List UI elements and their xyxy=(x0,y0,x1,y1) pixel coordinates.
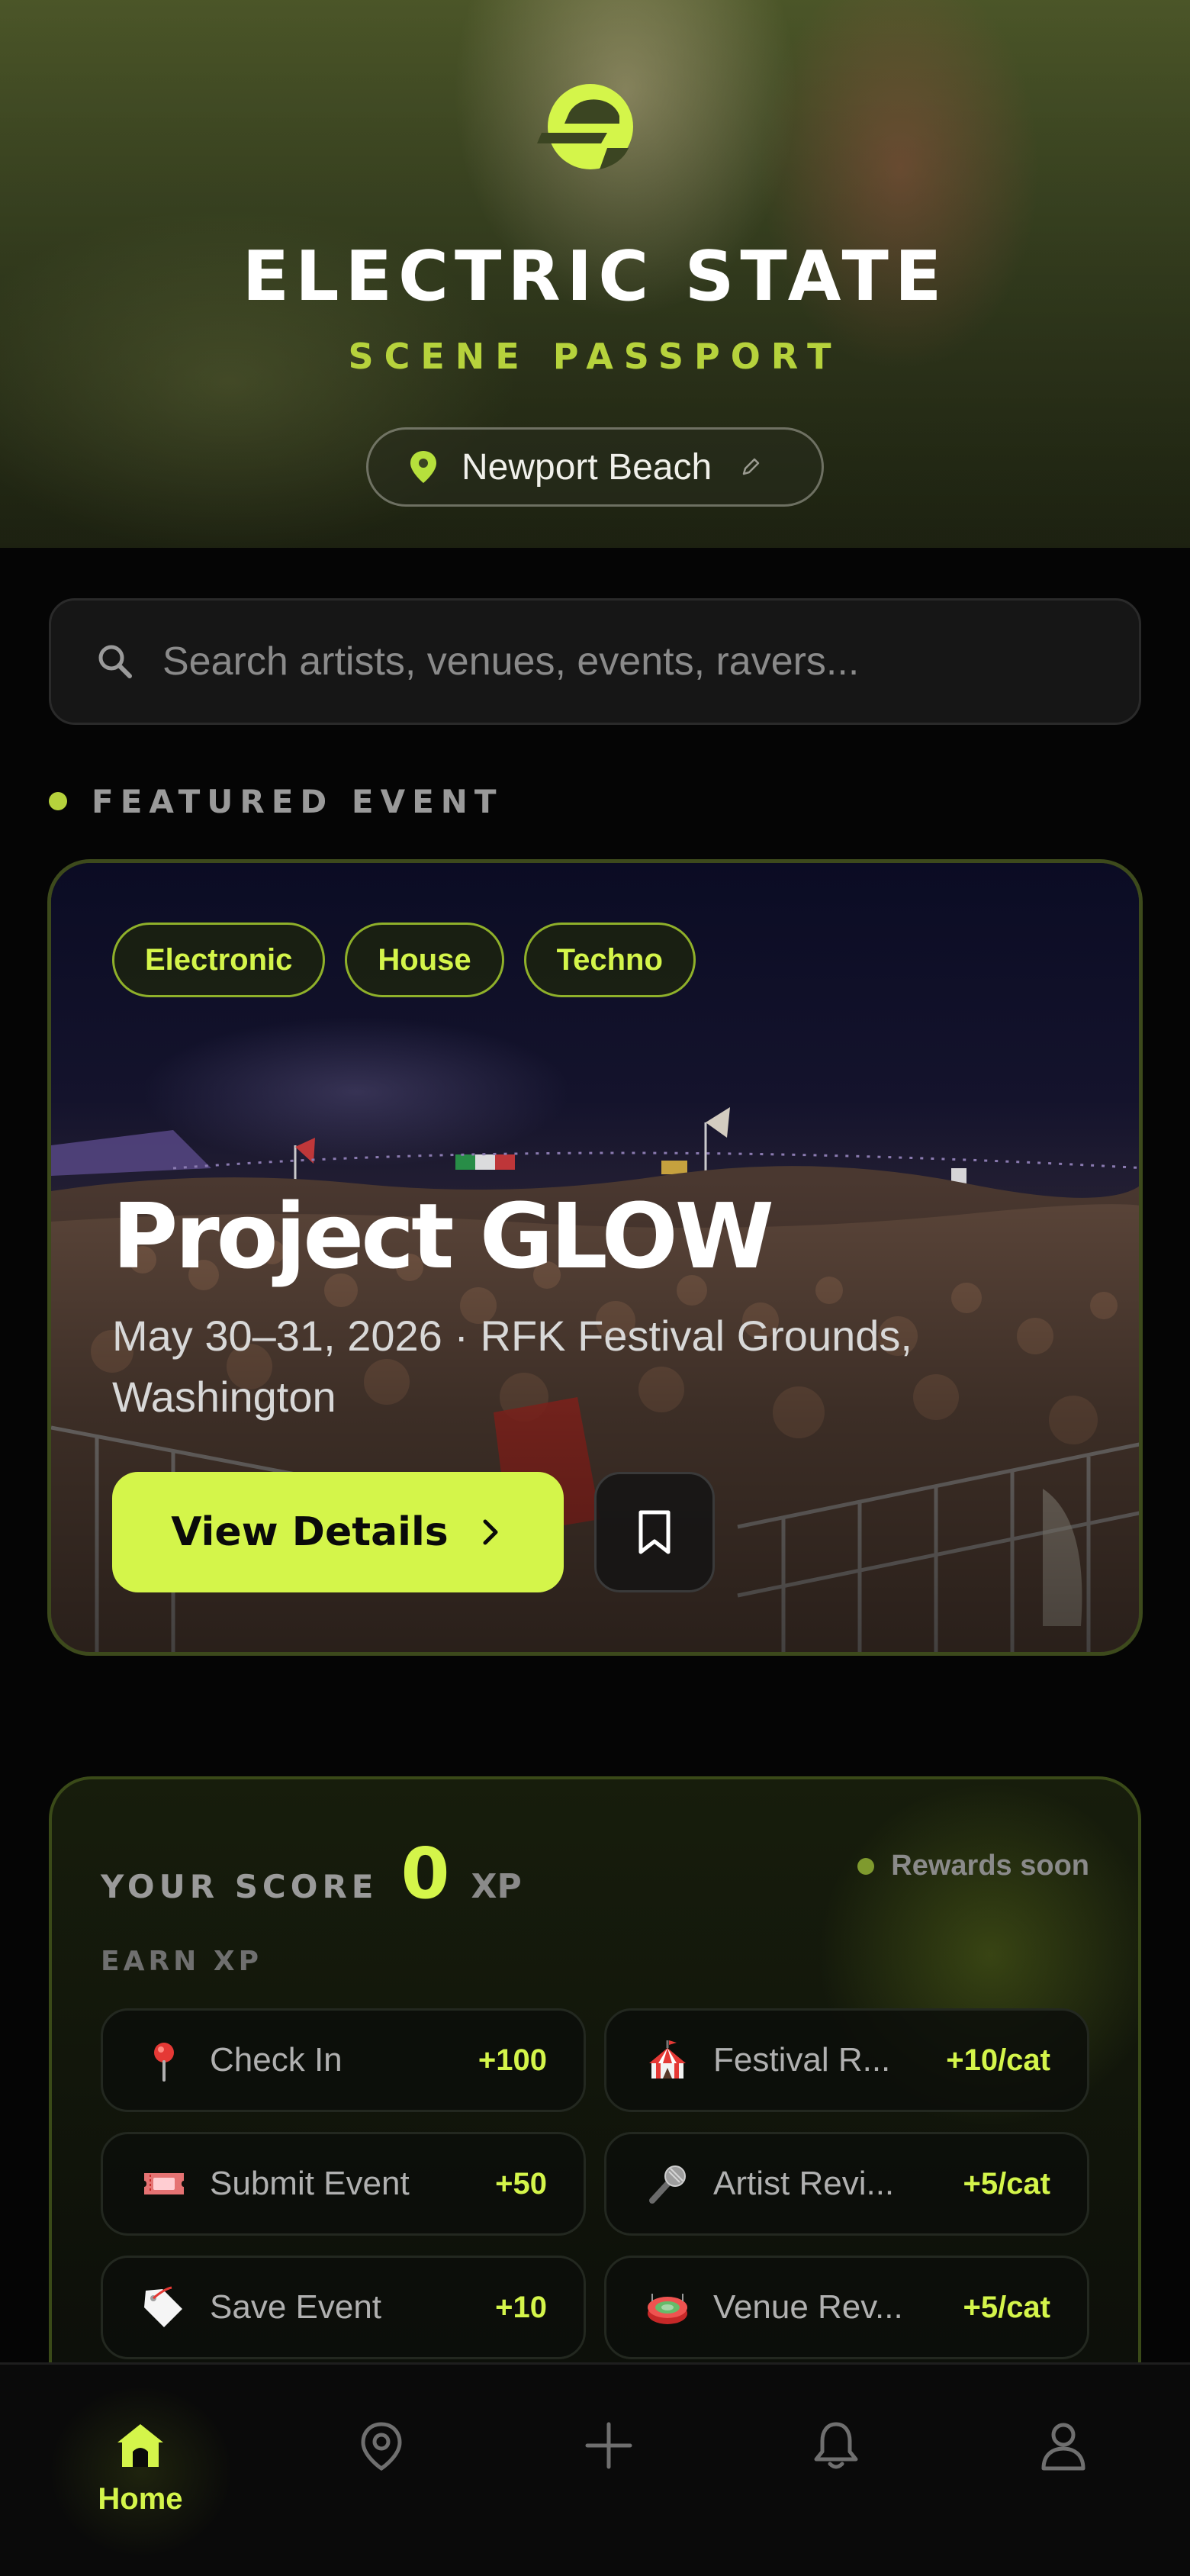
app-title: ELECTRIC STATE xyxy=(242,237,948,317)
map-pin-icon xyxy=(410,451,436,483)
earn-item-name: Artist Revi... xyxy=(713,2165,895,2202)
search-icon xyxy=(98,645,132,678)
search-bar[interactable] xyxy=(49,598,1141,725)
earn-item-name: Check In xyxy=(210,2041,343,2079)
map-pin-outline-icon xyxy=(361,2422,402,2471)
event-title: Project GLOW xyxy=(112,1183,774,1289)
pencil-icon[interactable] xyxy=(739,456,762,478)
pin-emoji-icon xyxy=(154,2043,174,2082)
hero-header: ELECTRIC STATE SCENE PASSPORT Newport Be… xyxy=(0,0,1190,548)
earn-item-name: Save Event xyxy=(210,2288,382,2326)
home-icon xyxy=(117,2424,163,2467)
earn-item-check-in[interactable]: Check In +100 xyxy=(101,2008,586,2112)
earn-item-points: +50 xyxy=(495,2166,547,2201)
status-dot xyxy=(49,792,67,810)
nav-notifications[interactable] xyxy=(775,2418,897,2540)
earn-item-points: +5/cat xyxy=(963,2290,1050,2324)
earn-item-submit-event[interactable]: Submit Event +50 xyxy=(101,2132,586,2236)
genre-tags: Electronic House Techno xyxy=(112,923,696,997)
earn-item-points: +5/cat xyxy=(963,2166,1050,2201)
add-icon xyxy=(585,2422,632,2469)
chevron-right-icon xyxy=(483,1519,498,1545)
earn-item-festival-review[interactable]: Festival R... +10/cat xyxy=(604,2008,1089,2112)
nav-profile[interactable] xyxy=(1002,2418,1124,2540)
location-selector[interactable]: Newport Beach xyxy=(366,427,824,507)
earn-xp-grid: Check In +100 Festival R... +10/cat Subm… xyxy=(101,2008,1089,2359)
label-tag-icon xyxy=(144,2286,182,2327)
bottom-nav: Home xyxy=(0,2362,1190,2576)
brand-logo-icon xyxy=(537,84,633,169)
bookmark-icon xyxy=(638,1510,671,1554)
earn-item-artist-review[interactable]: Artist Revi... +5/cat xyxy=(604,2132,1089,2236)
earn-item-name: Festival R... xyxy=(713,2041,891,2079)
rewards-dot xyxy=(857,1857,875,1875)
earn-xp-label: EARN XP xyxy=(101,1946,262,1977)
nav-add[interactable] xyxy=(548,2418,670,2540)
score-unit: XP xyxy=(471,1867,522,1906)
bell-icon xyxy=(814,2422,858,2469)
featured-heading: FEATURED EVENT xyxy=(92,782,503,820)
nav-map[interactable] xyxy=(320,2418,442,2540)
earn-item-name: Submit Event xyxy=(210,2165,410,2202)
score-label: YOUR SCORE xyxy=(101,1868,378,1905)
genre-tag[interactable]: Techno xyxy=(523,923,696,997)
ticket-icon xyxy=(144,2173,184,2194)
nav-home-label: Home xyxy=(98,2482,183,2516)
bookmark-button[interactable] xyxy=(594,1472,715,1592)
earn-item-save-event[interactable]: Save Event +10 xyxy=(101,2256,586,2359)
microphone-icon xyxy=(649,2165,686,2204)
view-details-button[interactable]: View Details xyxy=(112,1472,564,1592)
view-details-label: View Details xyxy=(171,1509,449,1555)
stadium-icon xyxy=(648,2294,687,2324)
genre-tag[interactable]: Electronic xyxy=(112,923,326,997)
app-subtitle: SCENE PASSPORT xyxy=(348,336,842,377)
earn-item-points: +10 xyxy=(495,2290,547,2324)
score-value: 0 xyxy=(400,1833,450,1914)
circus-tent-icon xyxy=(649,2040,686,2079)
featured-event-card[interactable]: Electronic House Techno Project GLOW May… xyxy=(47,859,1143,1656)
earn-item-points: +10/cat xyxy=(946,2043,1050,2077)
earn-item-points: +100 xyxy=(478,2043,547,2077)
featured-section-label: FEATURED EVENT xyxy=(49,778,503,824)
score-header: YOUR SCORE 0 XP xyxy=(101,1833,522,1914)
location-label: Newport Beach xyxy=(462,446,712,488)
search-input[interactable] xyxy=(162,639,1116,684)
rewards-status: Rewards soon xyxy=(857,1850,1089,1882)
genre-tag[interactable]: House xyxy=(345,923,504,997)
profile-icon xyxy=(1041,2423,1085,2471)
earn-item-venue-review[interactable]: Venue Rev... +5/cat xyxy=(604,2256,1089,2359)
event-meta: May 30–31, 2026 · RFK Festival Grounds, … xyxy=(112,1312,912,1421)
nav-home[interactable]: Home xyxy=(79,2418,201,2540)
earn-item-name: Venue Rev... xyxy=(713,2288,903,2326)
rewards-label: Rewards soon xyxy=(891,1850,1089,1882)
